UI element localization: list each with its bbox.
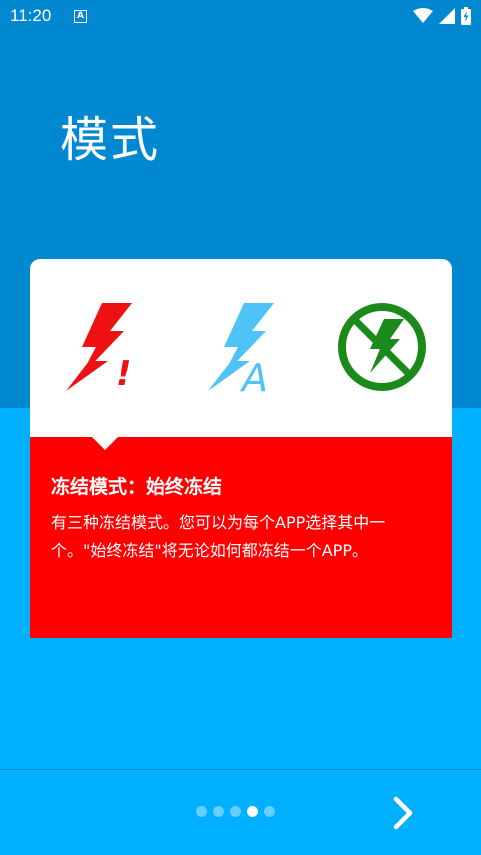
next-button[interactable] [385,793,421,833]
selection-pointer [92,437,118,450]
keyboard-indicator-icon: A [74,10,87,23]
page-title: 模式 [60,112,161,168]
mode-heading: 冻结模式：始终冻结 [51,476,223,498]
svg-text:!: ! [116,354,132,394]
page-dot [264,806,275,817]
status-time: 11:20 [10,6,52,25]
never-freeze-icon[interactable] [334,299,430,395]
page-dot [196,806,207,817]
page-dot-active [247,806,258,817]
cellular-signal-icon [439,8,455,24]
mode-description: 有三种冻结模式。您可以为每个APP选择其中一个。"始终冻结"将无论如何都冻结一个… [51,513,386,560]
status-bar: 11:20 A [0,0,481,32]
page-dot [230,806,241,817]
chevron-right-icon [393,796,413,830]
mode-card: ! A 冻结模式：始终冻结 有三种冻结模式。您可以为每个APP选择其中一个。"始… [30,259,452,638]
status-icons [413,7,471,25]
bottom-divider [0,769,481,770]
auto-freeze-icon[interactable]: A [202,299,282,395]
page-dot [213,806,224,817]
wifi-icon [413,8,433,23]
battery-charging-icon [461,7,471,25]
mode-icons-panel: ! A [30,259,452,437]
page-indicator [196,806,275,817]
always-freeze-icon[interactable]: ! [60,299,140,395]
svg-text:A: A [239,356,268,395]
